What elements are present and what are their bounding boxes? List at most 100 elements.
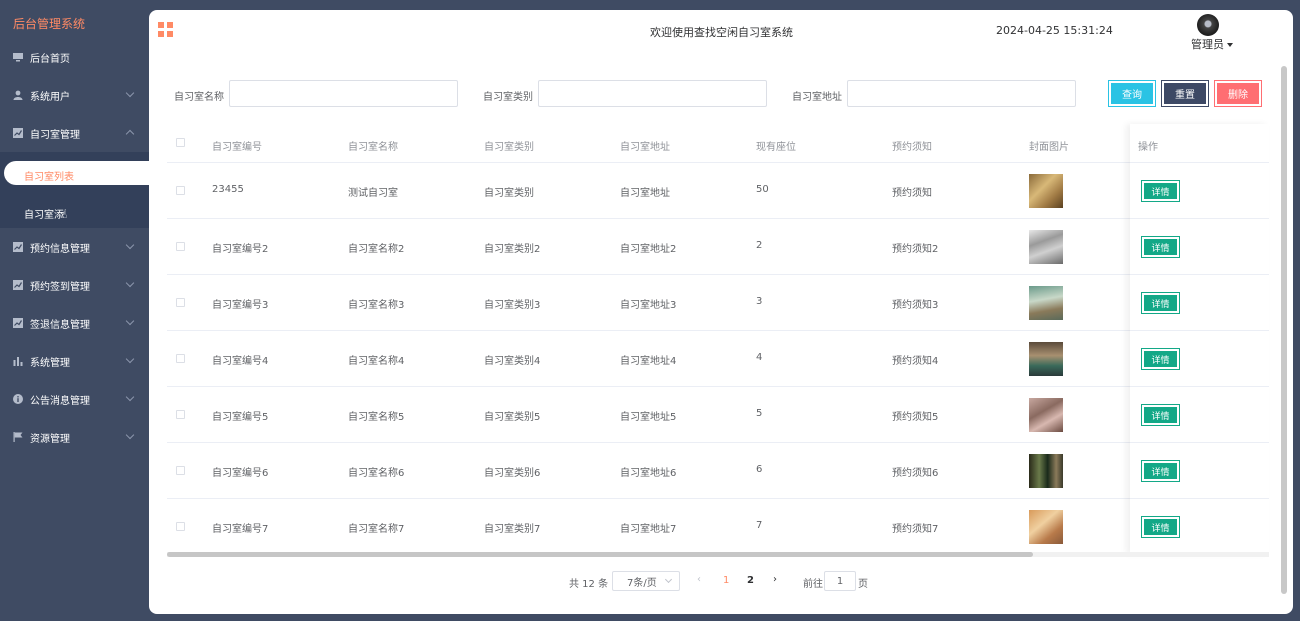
header-actions: 操作	[1138, 142, 1158, 153]
table-row: 自习室编号6 自习室名称6 自习室类别6 自习室地址6 6 预约须知6 详情	[167, 443, 1269, 499]
row-checkbox[interactable]	[176, 298, 185, 307]
cell-room-type: 自习室类别6	[484, 468, 541, 479]
cell-seats: 5	[756, 408, 763, 419]
cell-notice: 预约须知6	[892, 468, 939, 479]
cell-room-name: 自习室名称2	[348, 244, 405, 255]
sidebar-item-label: 签退信息管理	[30, 319, 90, 331]
chart-icon	[13, 280, 23, 290]
chevron-up-icon	[125, 129, 135, 139]
prev-page-icon[interactable]: ‹	[697, 574, 701, 594]
user-icon	[13, 90, 23, 100]
cover-image[interactable]	[1029, 510, 1063, 544]
sidebar-item-studyroom[interactable]: 自习室管理	[0, 114, 149, 152]
sidebar-item-label: 公告消息管理	[30, 395, 90, 407]
horizontal-scrollbar-thumb[interactable]	[167, 552, 1033, 557]
sidebar-item-checkout[interactable]: 签退信息管理	[0, 304, 149, 342]
row-checkbox[interactable]	[176, 242, 185, 251]
cell-room-type: 自习室类别7	[484, 524, 541, 535]
row-checkbox[interactable]	[176, 522, 185, 531]
cell-seats: 50	[756, 184, 769, 195]
sidebar-item-home[interactable]: 后台首页	[0, 38, 149, 76]
table-header-row: 自习室编号 自习室名称 自习室类别 自习室地址 现有座位 预约须知 封面图片 操…	[167, 124, 1269, 163]
chevron-down-icon	[664, 575, 673, 584]
cover-image[interactable]	[1029, 286, 1063, 320]
cell-room-type: 自习室类别	[484, 188, 534, 199]
header-room-name: 自习室名称	[348, 142, 398, 153]
page-unit-label: 页	[858, 579, 868, 590]
table-row: 自习室编号3 自习室名称3 自习室类别3 自习室地址3 3 预约须知3 详情	[167, 275, 1269, 331]
table-row: 自习室编号2 自习室名称2 自习室类别2 自习室地址2 2 预约须知2 详情	[167, 219, 1269, 275]
cell-seats: 3	[756, 296, 763, 307]
cover-image[interactable]	[1029, 174, 1063, 208]
cell-seats: 4	[756, 352, 763, 363]
cell-notice: 预约须知2	[892, 244, 939, 255]
goto-page-input[interactable]: 1	[824, 571, 856, 591]
cover-image[interactable]	[1029, 342, 1063, 376]
cell-seats: 6	[756, 464, 763, 475]
menu-toggle-icon[interactable]	[158, 22, 173, 37]
sidebar-item-resource[interactable]: 资源管理	[0, 418, 149, 456]
vertical-scrollbar-thumb[interactable]	[1281, 66, 1287, 594]
delete-button[interactable]: 删除	[1215, 81, 1261, 106]
row-checkbox[interactable]	[176, 410, 185, 419]
sidebar: 后台管理系统 后台首页 系统用户 自习室管理 自习室列表 自习室添 ☝ 预约信息…	[0, 0, 164, 621]
chevron-down-icon	[125, 392, 135, 402]
header-seats: 现有座位	[756, 142, 796, 153]
room-address-input[interactable]	[847, 80, 1076, 107]
cell-notice: 预约须知4	[892, 356, 939, 367]
select-all-checkbox[interactable]	[176, 138, 185, 147]
sidebar-item-notice[interactable]: 公告消息管理	[0, 380, 149, 418]
cell-room-name: 自习室名称6	[348, 468, 405, 479]
sidebar-item-label: 自习室管理	[30, 129, 80, 141]
sidebar-item-reservation[interactable]: 预约信息管理	[0, 228, 149, 266]
room-name-input[interactable]	[229, 80, 458, 107]
row-checkbox[interactable]	[176, 354, 185, 363]
brand-title: 后台管理系统	[13, 17, 86, 31]
detail-button[interactable]: 详情	[1142, 461, 1179, 481]
cell-room-name: 自习室名称5	[348, 412, 405, 423]
sidebar-item-label: 系统用户	[30, 91, 70, 103]
detail-button[interactable]: 详情	[1142, 293, 1179, 313]
cell-room-type: 自习室类别3	[484, 300, 541, 311]
cell-room-name: 测试自习室	[348, 188, 398, 199]
next-page-icon[interactable]: ›	[773, 574, 777, 594]
sidebar-item-label: 系统管理	[30, 357, 70, 369]
cover-image[interactable]	[1029, 398, 1063, 432]
cell-room-address: 自习室地址6	[620, 468, 677, 479]
table-row: 自习室编号4 自习室名称4 自习室类别4 自习室地址4 4 预约须知4 详情	[167, 331, 1269, 387]
cell-room-name: 自习室名称3	[348, 300, 405, 311]
flag-icon	[13, 432, 23, 442]
datetime: 2024-04-25 15:31:24	[996, 24, 1113, 37]
detail-button[interactable]: 详情	[1142, 237, 1179, 257]
sidebar-item-system[interactable]: 系统管理	[0, 342, 149, 380]
monitor-icon	[13, 52, 23, 62]
hand-cursor-icon: ☝	[60, 207, 68, 221]
sidebar-item-checkin[interactable]: 预约签到管理	[0, 266, 149, 304]
sidebar-item-users[interactable]: 系统用户	[0, 76, 149, 114]
row-checkbox[interactable]	[176, 466, 185, 475]
page-1[interactable]: 1	[723, 575, 729, 595]
row-checkbox[interactable]	[176, 186, 185, 195]
page-2[interactable]: 2	[747, 575, 754, 595]
detail-button[interactable]: 详情	[1142, 181, 1179, 201]
detail-button[interactable]: 详情	[1142, 349, 1179, 369]
chevron-down-icon	[125, 240, 135, 250]
avatar[interactable]	[1197, 14, 1219, 36]
detail-button[interactable]: 详情	[1142, 405, 1179, 425]
cell-room-address: 自习室地址3	[620, 300, 677, 311]
user-menu[interactable]: 管理员	[1191, 36, 1233, 52]
detail-button[interactable]: 详情	[1142, 517, 1179, 537]
room-type-input[interactable]	[538, 80, 767, 107]
reset-button[interactable]: 重置	[1162, 81, 1208, 106]
cell-seats: 7	[756, 520, 763, 531]
header-room-no: 自习室编号	[212, 142, 262, 153]
header-room-address: 自习室地址	[620, 142, 670, 153]
submenu-item-studyroom-add[interactable]: 自习室添	[24, 206, 64, 221]
page-size-select[interactable]: 7条/页	[612, 571, 680, 591]
cover-image[interactable]	[1029, 230, 1063, 264]
cover-image[interactable]	[1029, 454, 1063, 488]
query-button[interactable]: 查询	[1109, 81, 1155, 106]
cell-room-address: 自习室地址4	[620, 356, 677, 367]
cell-room-address: 自习室地址7	[620, 524, 677, 535]
header-notice: 预约须知	[892, 142, 932, 153]
